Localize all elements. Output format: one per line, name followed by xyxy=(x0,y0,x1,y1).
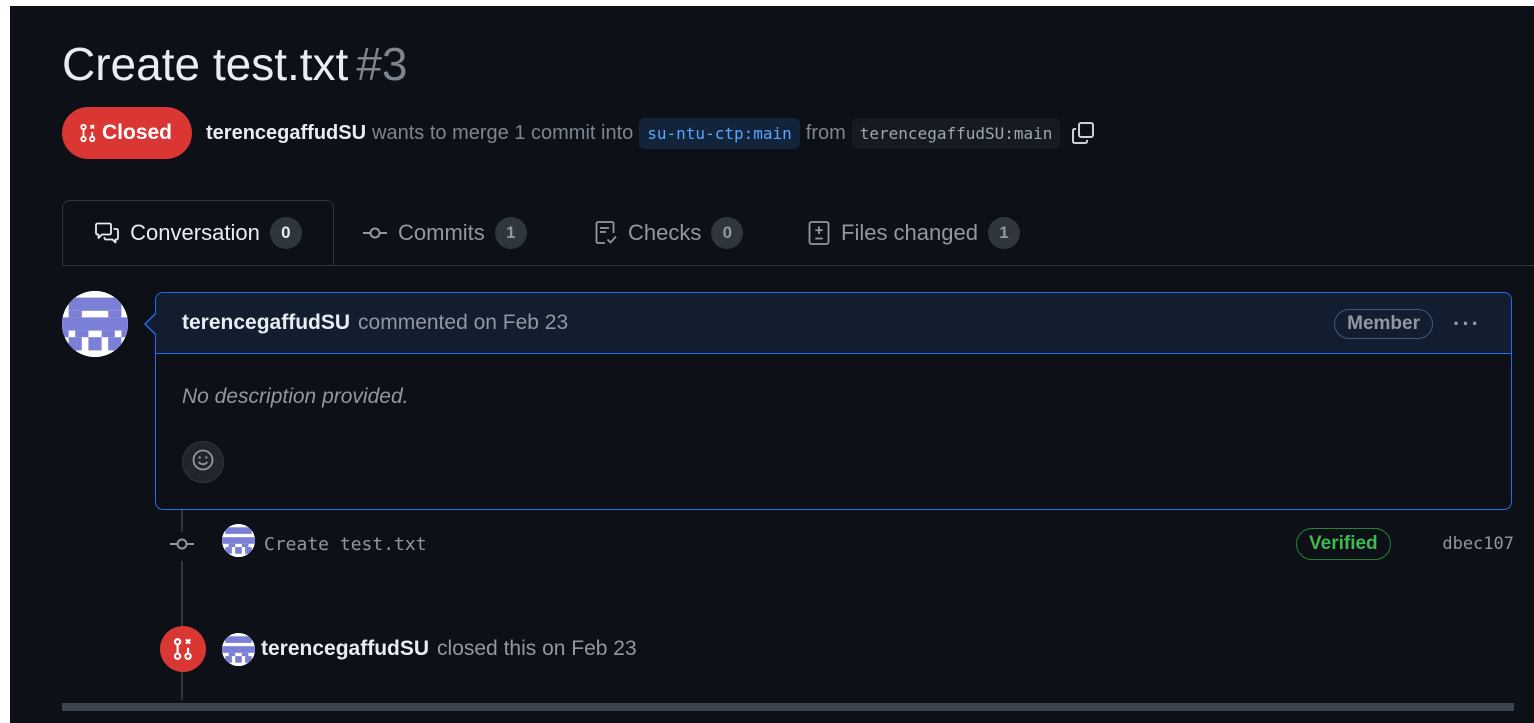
checklist-icon xyxy=(594,220,618,246)
head-branch[interactable]: terencegaffudSU:main xyxy=(851,117,1061,149)
avatar[interactable] xyxy=(222,633,255,666)
tab-label: Commits xyxy=(398,219,485,245)
comment-author-link[interactable]: terencegaffudSU xyxy=(182,311,350,335)
comment-discussion-icon xyxy=(94,222,120,244)
window-frame-top xyxy=(0,0,1534,6)
verified-badge[interactable]: Verified xyxy=(1296,528,1391,560)
pr-tabs: Conversation 0 Commits 1 Checks 0 Files … xyxy=(62,200,1534,266)
comment-box: terencegaffudSU commented on Feb 23 Memb… xyxy=(155,292,1512,510)
tab-counter: 1 xyxy=(494,216,527,249)
avatar[interactable] xyxy=(62,291,128,357)
comment-timestamp[interactable]: commented on Feb 23 xyxy=(358,311,568,335)
smiley-icon xyxy=(191,448,215,477)
git-pull-request-closed-icon xyxy=(80,123,96,143)
commit-message-link[interactable]: Create test.txt xyxy=(264,534,427,555)
tab-counter: 0 xyxy=(269,216,302,249)
from-text: from xyxy=(805,121,846,144)
copy-icon[interactable] xyxy=(1070,120,1096,146)
tab-checks[interactable]: Checks 0 xyxy=(594,200,744,265)
tab-commits[interactable]: Commits 1 xyxy=(362,200,527,265)
avatar[interactable] xyxy=(222,524,255,557)
commit-row: Create test.txt Verified dbec107 xyxy=(168,524,1514,564)
member-badge: Member xyxy=(1334,309,1433,339)
file-diff-icon xyxy=(807,220,831,246)
closed-event: terencegaffudSU closed this on Feb 23 xyxy=(160,626,860,672)
comment-header: terencegaffudSU commented on Feb 23 Memb… xyxy=(156,293,1511,354)
tab-files-changed[interactable]: Files changed 1 xyxy=(807,200,1020,265)
tab-counter: 0 xyxy=(711,216,744,249)
pr-meta: terencegaffudSU wants to merge 1 commit … xyxy=(206,117,1096,149)
git-commit-icon xyxy=(362,226,388,240)
pr-number: #3 xyxy=(356,38,408,90)
pr-state-row: Closed terencegaffudSU wants to merge 1 … xyxy=(62,107,1096,159)
git-pull-request-closed-icon xyxy=(160,626,206,672)
tab-conversation[interactable]: Conversation 0 xyxy=(62,200,334,265)
closed-timestamp[interactable]: closed this on Feb 23 xyxy=(437,637,637,660)
window-frame-left xyxy=(0,0,10,723)
merge-text: wants to merge 1 commit into xyxy=(372,121,634,144)
pr-author-link[interactable]: terencegaffudSU xyxy=(206,122,366,145)
tab-label: Checks xyxy=(628,219,702,245)
status-badge-label: Closed xyxy=(102,121,173,144)
closed-event-text: terencegaffudSU closed this on Feb 23 xyxy=(261,637,637,661)
tab-label: Conversation xyxy=(130,219,260,245)
comment-body: No description provided. xyxy=(182,385,409,408)
base-branch[interactable]: su-ntu-ctp:main xyxy=(639,117,800,149)
comment-pointer-fill xyxy=(146,314,156,334)
kebab-menu-icon[interactable]: ··· xyxy=(1453,311,1481,337)
closed-author-link[interactable]: terencegaffudSU xyxy=(261,637,429,660)
git-commit-icon xyxy=(168,532,196,561)
commit-sha-link[interactable]: dbec107 xyxy=(1442,534,1514,554)
tab-label: Files changed xyxy=(841,219,978,245)
status-badge: Closed xyxy=(62,107,193,159)
timeline-divider xyxy=(62,703,1514,711)
tab-counter: 1 xyxy=(987,216,1020,249)
add-reaction-button[interactable] xyxy=(182,441,224,483)
pr-title: Create test.txt xyxy=(62,38,349,90)
page-title: Create test.txt #3 xyxy=(62,34,408,94)
